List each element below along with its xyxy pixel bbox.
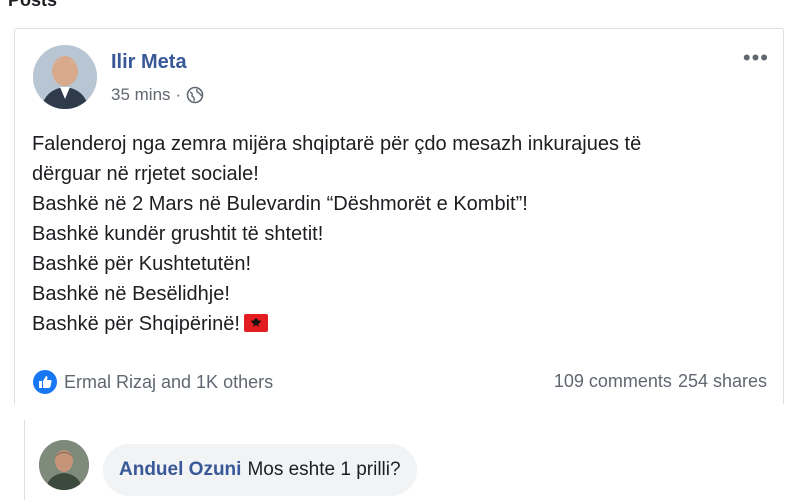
- post-line-text: Bashkë për Shqipërinë!: [32, 313, 240, 335]
- globe-icon[interactable]: [186, 86, 204, 104]
- post-line: Bashkë në 2 Mars në Bulevardin “Dëshmorë…: [32, 193, 528, 215]
- commenter-avatar[interactable]: [39, 440, 89, 490]
- comments-count-link[interactable]: 109 comments: [554, 371, 672, 391]
- post-line: Bashkë kundër grushtit të shtetit!: [32, 223, 324, 245]
- comment-author[interactable]: Anduel Ozuni: [119, 459, 241, 481]
- comment-text: Mos eshte 1 prilli?: [247, 459, 401, 480]
- post-body: Falenderoj nga zemra mijëra shqiptarë pë…: [32, 129, 772, 339]
- albania-flag-icon: [243, 311, 268, 332]
- reactions-text: Ermal Rizaj and 1K others: [64, 371, 274, 392]
- post-card: Ilir Meta 35 mins · ••• Falenderoj nga z…: [14, 28, 784, 404]
- like-icon: [33, 370, 57, 394]
- avatar-image: [33, 45, 97, 109]
- meta-separator: ·: [175, 85, 182, 104]
- author-name[interactable]: Ilir Meta: [111, 51, 187, 74]
- commenter-avatar-image: [39, 440, 89, 490]
- post-time[interactable]: 35 mins: [111, 85, 171, 105]
- post-line-last: Bashkë për Shqipërinë!: [32, 309, 772, 339]
- post-line: Bashkë për Kushtetutën!: [32, 253, 252, 275]
- reactions-summary[interactable]: Ermal Rizaj and 1K others: [32, 369, 273, 395]
- section-title: Posts: [8, 0, 58, 10]
- comment-bubble: Anduel Ozuni Mos eshte 1 prilli?: [103, 444, 417, 496]
- more-options-icon[interactable]: •••: [743, 45, 769, 71]
- post-line: dërguar në rrjetet sociale!: [32, 163, 259, 185]
- post-line: Bashkë në Besëlidhje!: [32, 283, 230, 305]
- comment-section: Anduel Ozuni Mos eshte 1 prilli?: [24, 420, 785, 500]
- post-line: Falenderoj nga zemra mijëra shqiptarë pë…: [32, 133, 642, 155]
- post-meta: 35 mins ·: [111, 85, 204, 105]
- shares-count-link[interactable]: 254 shares: [678, 371, 767, 391]
- page: Posts Ilir Meta 35 mins · ••• Falenderoj…: [0, 0, 796, 500]
- engagement-counts: 109 comments 254 shares: [554, 371, 767, 392]
- author-avatar[interactable]: [33, 45, 97, 109]
